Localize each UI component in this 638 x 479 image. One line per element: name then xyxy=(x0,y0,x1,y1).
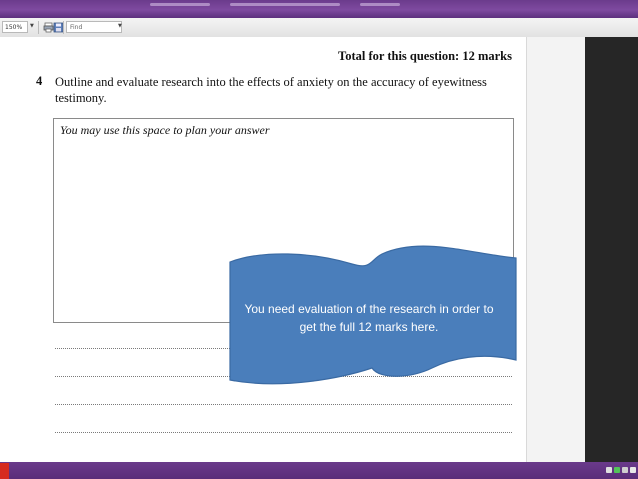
tray-icon[interactable] xyxy=(614,467,620,473)
answer-line xyxy=(55,432,512,433)
zoom-input[interactable]: 150% xyxy=(2,21,28,33)
callout-text: You need evaluation of the research in o… xyxy=(244,302,494,334)
plan-hint: You may use this space to plan your answ… xyxy=(60,123,270,137)
chevron-down-icon[interactable]: ▼ xyxy=(30,23,34,29)
question-number: 4 xyxy=(36,74,43,88)
toolbar-divider xyxy=(38,21,39,34)
viewer-background-pane xyxy=(585,37,638,462)
taskbar xyxy=(0,462,638,479)
band-streak xyxy=(360,3,400,6)
chevron-down-icon[interactable]: ▼ xyxy=(118,23,122,29)
window-title-band xyxy=(0,0,638,18)
question-text: Outline and evaluate research into the e… xyxy=(55,75,487,105)
band-streak xyxy=(150,3,210,6)
band-streak xyxy=(230,3,340,6)
toolbar-divider xyxy=(63,21,64,34)
pdf-toolbar: 150% ▼ Find ▼ xyxy=(0,18,638,38)
page-margin-area xyxy=(526,37,586,462)
answer-line xyxy=(55,404,512,405)
find-input[interactable]: Find xyxy=(66,21,122,33)
tray-icon[interactable] xyxy=(606,467,612,473)
tray-icon[interactable] xyxy=(622,467,628,473)
total-marks-label: Total for this question: 12 marks xyxy=(338,49,512,63)
pdf-app-icon[interactable] xyxy=(0,463,9,479)
tray-icon[interactable] xyxy=(630,467,636,473)
